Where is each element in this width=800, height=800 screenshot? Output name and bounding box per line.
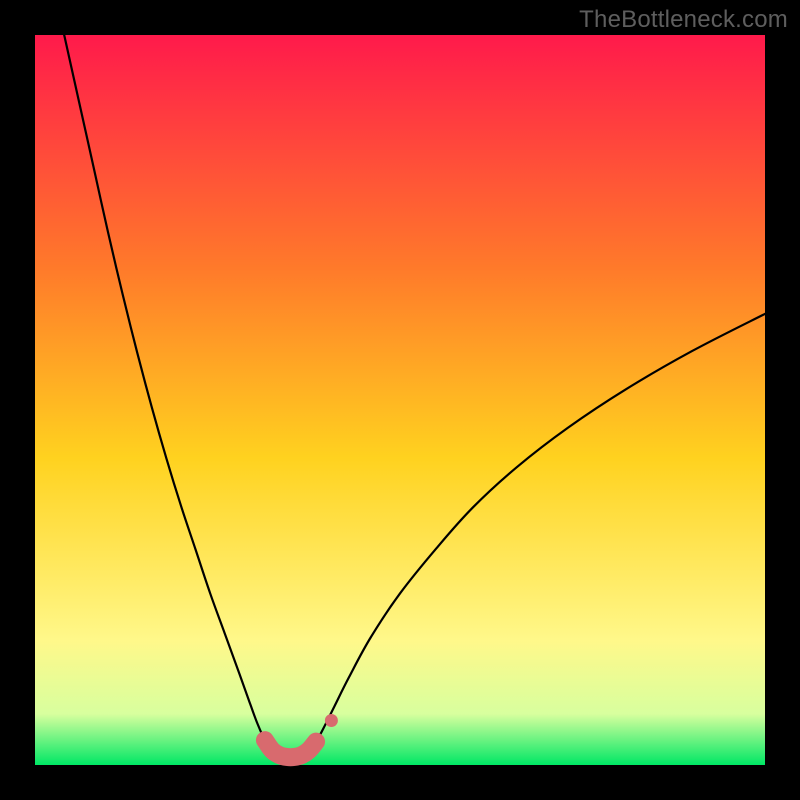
curve-layer	[35, 35, 765, 765]
trough-highlight	[265, 740, 316, 757]
plot-area	[35, 35, 765, 765]
bottleneck-curve	[64, 35, 272, 750]
chart-frame: TheBottleneck.com	[0, 0, 800, 800]
trough-outlier-dot	[325, 714, 338, 727]
bottleneck-curve	[309, 314, 765, 751]
watermark-text: TheBottleneck.com	[579, 6, 788, 34]
